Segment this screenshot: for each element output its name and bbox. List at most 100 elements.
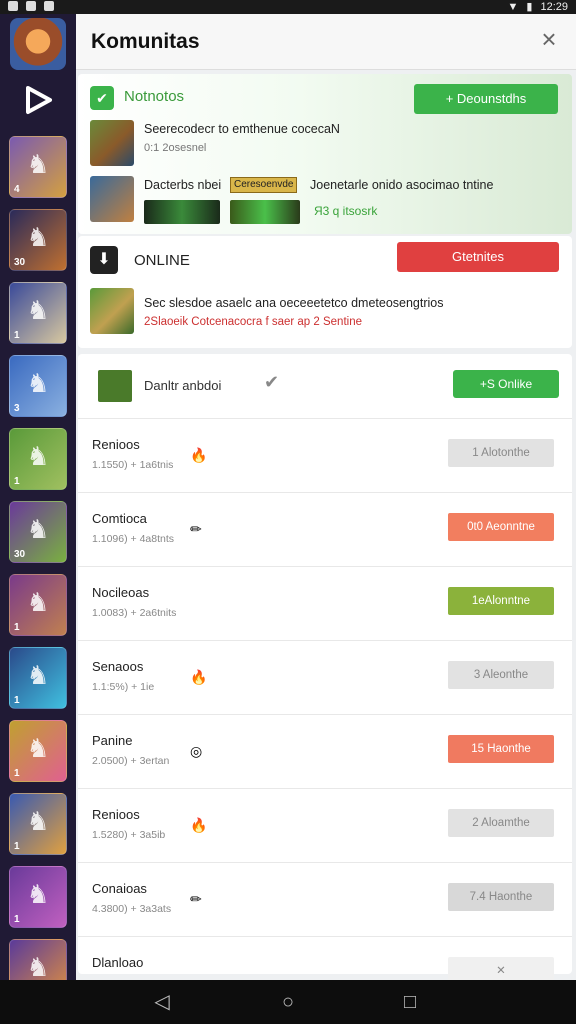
game-tile-count: 3 bbox=[14, 403, 20, 414]
game-sidebar: ♞ 4 ♞ 30 ♞ 1 ♞ 3 ♞ 1 ♞ 30 ♞ 1 ♞ 1 ♞ 1 ♞ 1 ♞ 1 ♞ bbox=[0, 14, 76, 980]
game-meta: 1.1550) + 1a6tnis bbox=[92, 459, 174, 471]
avatar[interactable] bbox=[10, 18, 66, 70]
notification-icon bbox=[26, 1, 36, 11]
status-button[interactable]: 0t0 Aeonntne bbox=[448, 513, 554, 541]
game-banner-image bbox=[230, 200, 300, 224]
game-name: Renioos bbox=[92, 807, 140, 822]
game-meta: 1.1:5%) + 1ie bbox=[92, 681, 155, 693]
online-status-button[interactable]: +S Onlike bbox=[453, 370, 559, 398]
status-button[interactable]: 7.4 Haonthe bbox=[448, 883, 554, 911]
game-character-icon: ♞ bbox=[26, 660, 50, 690]
game-character-icon: ♞ bbox=[26, 222, 50, 252]
online-button[interactable]: Gtetnites bbox=[397, 242, 559, 272]
game-tile[interactable]: ♞ 1 bbox=[9, 720, 67, 782]
game-tile[interactable]: ♞ 1 bbox=[9, 793, 67, 855]
notifications-label: Notnotos bbox=[124, 88, 185, 105]
notification-thumbnail bbox=[90, 176, 134, 222]
status-button[interactable]: 1 Alotonthe bbox=[448, 439, 554, 467]
notification-icon bbox=[8, 1, 18, 11]
notifications-icon: ✔ bbox=[90, 86, 114, 110]
online-text: Sec slesdoe asaelc ana oeceeetetco dmete… bbox=[144, 296, 444, 310]
status-button[interactable]: 3 Aleonthe bbox=[448, 661, 554, 689]
badge-icon: ✏ bbox=[190, 521, 202, 537]
game-name: Senaoos bbox=[92, 659, 144, 674]
game-name: Nocileoas bbox=[92, 585, 150, 600]
game-meta: 1.1096) + 4a8tnts bbox=[92, 533, 175, 545]
game-name: Panine bbox=[92, 733, 133, 748]
game-tile-count: 1 bbox=[14, 622, 20, 633]
panel-title: Komunitas bbox=[91, 30, 200, 53]
list-item[interactable]: Comtioca 1.1096) + 4a8tnts ✏ 0t0 Aeonntne bbox=[78, 492, 572, 564]
game-character-icon: ♞ bbox=[26, 952, 50, 980]
game-character-icon: ♞ bbox=[26, 806, 50, 836]
close-icon[interactable]: × bbox=[536, 26, 562, 52]
download-button[interactable]: + Deounstdhs bbox=[414, 84, 558, 114]
status-button[interactable]: 1eAlonntne bbox=[448, 587, 554, 615]
android-nav-bar: ◁ ○ □ bbox=[0, 980, 576, 1024]
back-icon[interactable]: ◁ bbox=[150, 990, 174, 1014]
status-button[interactable]: 15 Haonthe bbox=[448, 735, 554, 763]
list-item[interactable]: Nocileoas 1.0083) + 2a6tnits 1eAlonntne bbox=[78, 566, 572, 638]
game-character-icon: ♞ bbox=[26, 733, 50, 763]
status-button[interactable]: ✕ bbox=[448, 957, 554, 980]
game-tile[interactable]: ♞ 1 bbox=[9, 282, 67, 344]
game-meta: 1.5280) + 3a5ib bbox=[92, 829, 166, 841]
game-tile-count: 1 bbox=[14, 841, 20, 852]
notification-icon bbox=[44, 1, 54, 11]
game-character-icon: ♞ bbox=[26, 587, 50, 617]
game-tile[interactable]: ♞ 4 bbox=[9, 136, 67, 198]
game-meta: 1.0083) + 2a6tnits bbox=[92, 607, 177, 619]
list-item[interactable]: Senaoos 1.1:5%) + 1ie 🔥 3 Aleonthe bbox=[78, 640, 572, 712]
list-item[interactable]: Danltr anbdoi ✔ +S Onlike bbox=[78, 354, 572, 418]
community-panel: Komunitas × ✔ Notnotos + Deounstdhs Seer… bbox=[76, 14, 576, 980]
list-item[interactable]: Panine 2.0500) + 3ertan ◎ 15 Haonthe bbox=[78, 714, 572, 786]
game-tile[interactable]: ♞ 1 bbox=[9, 647, 67, 709]
game-tile-count: 1 bbox=[14, 695, 20, 706]
status-button[interactable]: 2 Aloamthe bbox=[448, 809, 554, 837]
game-tile-count: 1 bbox=[14, 914, 20, 925]
game-thumbnail bbox=[98, 370, 132, 402]
badge-icon: 🔥 bbox=[190, 817, 208, 833]
game-character-icon: ♞ bbox=[26, 879, 50, 909]
game-name: Conaioas bbox=[92, 881, 147, 896]
list-item[interactable]: Dlanloao ✕ bbox=[78, 936, 572, 980]
status-bar: ▼ ▮ 12:29 bbox=[0, 0, 576, 14]
online-card: ⬇ ONLINE Gtetnites Sec slesdoe asaelc an… bbox=[78, 236, 572, 348]
signal-icon: ▮ bbox=[526, 1, 533, 13]
notification-text: Dacterbs nbei bbox=[144, 178, 222, 192]
notification-text: Seerecodecr to emthenue cocecaN bbox=[144, 122, 340, 136]
game-meta: 4.3800) + 3a3ats bbox=[92, 903, 172, 915]
game-meta: 2.0500) + 3ertan bbox=[92, 755, 170, 767]
download-icon: ⬇ bbox=[90, 246, 118, 274]
game-tile-count: 1 bbox=[14, 330, 20, 341]
status-time: 12:29 bbox=[540, 0, 568, 13]
game-tile[interactable]: ♞ 3 bbox=[9, 355, 67, 417]
play-logo-icon[interactable] bbox=[22, 84, 54, 116]
game-tile-count: 1 bbox=[14, 768, 20, 779]
home-icon[interactable]: ○ bbox=[276, 990, 300, 1014]
wifi-icon: ▼ bbox=[507, 0, 519, 13]
game-tile[interactable]: ♞ 30 bbox=[9, 209, 67, 271]
game-character-icon: ♞ bbox=[26, 149, 50, 179]
game-tile[interactable]: ♞ 1 bbox=[9, 866, 67, 928]
game-character-icon: ♞ bbox=[26, 295, 50, 325]
game-tile[interactable]: ♞ bbox=[9, 939, 67, 980]
notification-tag: Ceresoenvde bbox=[230, 177, 298, 193]
game-banner-image bbox=[144, 200, 220, 224]
game-name: Comtioca bbox=[92, 511, 147, 526]
game-tile-count: 30 bbox=[14, 257, 26, 268]
game-tile[interactable]: ♞ 1 bbox=[9, 428, 67, 490]
notifications-card: ✔ Notnotos + Deounstdhs Seerecodecr to e… bbox=[78, 74, 572, 234]
game-character-icon: ♞ bbox=[26, 514, 50, 544]
list-item[interactable]: Conaioas 4.3800) + 3a3ats ✏ 7.4 Haonthe bbox=[78, 862, 572, 934]
game-tile[interactable]: ♞ 1 bbox=[9, 574, 67, 636]
game-name: Danltr anbdoi bbox=[144, 378, 222, 393]
list-item[interactable]: Renioos 1.1550) + 1a6tnis 🔥 1 Alotonthe bbox=[78, 418, 572, 490]
badge-icon: 🔥 bbox=[190, 447, 208, 463]
notification-text-2: Joenetarle onido asocimao tntine bbox=[310, 178, 494, 192]
list-item[interactable]: Renioos 1.5280) + 3a5ib 🔥 2 Aloamthe bbox=[78, 788, 572, 860]
panel-header: Komunitas × bbox=[76, 14, 576, 70]
games-list: Danltr anbdoi ✔ +S Onlike Renioos 1.1550)… bbox=[78, 354, 572, 980]
game-tile[interactable]: ♞ 30 bbox=[9, 501, 67, 563]
recents-icon[interactable]: □ bbox=[398, 990, 422, 1014]
